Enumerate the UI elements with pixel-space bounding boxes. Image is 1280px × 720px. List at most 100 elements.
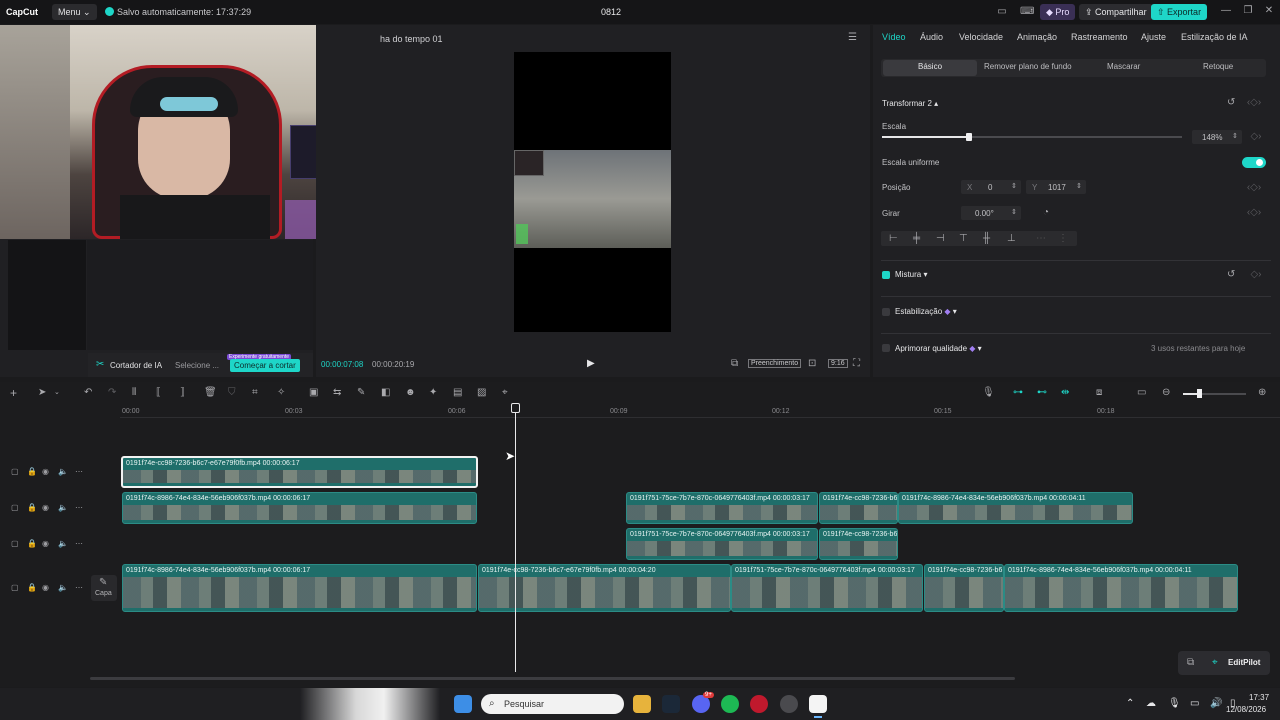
select-tool-icon[interactable]: ➤ (38, 388, 46, 398)
reverse-icon[interactable]: ⇆ (333, 388, 341, 398)
stabilize-checkbox[interactable] (882, 308, 890, 316)
distribute-h-icon[interactable]: ⋯ (1036, 234, 1046, 244)
preview-axis-icon[interactable]: ⧈ (1096, 388, 1102, 398)
link-icon[interactable]: ⊷ (1037, 388, 1047, 398)
timeline-clip[interactable]: 0191f751-75ce-7b7e-870c-0649776403f.mp4 … (626, 492, 818, 524)
tab-ai-style[interactable]: Estilização de IA (1181, 32, 1248, 42)
freeze-icon[interactable]: ▣ (309, 388, 318, 398)
clock-date[interactable]: 12/08/2026 (1226, 705, 1266, 714)
fit-icon[interactable]: ⊡ (808, 359, 816, 369)
clock-time[interactable]: 17:37 (1249, 693, 1269, 702)
timeline-clip[interactable]: 0191f74e-cc98-7236-b6 (819, 492, 898, 524)
keyframe-blend-icon[interactable]: ◇› (1246, 270, 1266, 280)
fullscreen-icon[interactable]: ⛶ (853, 359, 860, 369)
playhead-handle[interactable] (511, 403, 520, 413)
crop-tool-icon[interactable]: ⌗ (252, 388, 258, 398)
timeline-clip[interactable]: 0191f74e-cc98-7236-b6c7-e67e79f0fb.mp4 0… (121, 456, 478, 488)
eye-icon[interactable]: ◉ (42, 539, 49, 548)
pos-x-stepper-icon[interactable]: ⇕ (1011, 182, 1017, 192)
network-icon[interactable]: ▭ (1190, 699, 1199, 709)
uniform-scale-toggle[interactable] (1242, 157, 1266, 168)
tray-chevron-icon[interactable]: ⌃ (1126, 699, 1134, 709)
timeline-clip[interactable]: 0191f74c-8986-74e4-834e-56eb906f037b.mp4… (1004, 564, 1238, 612)
split-icon[interactable]: ⫴ (132, 388, 136, 398)
minimize-icon[interactable]: — (1220, 6, 1232, 16)
lock-icon[interactable]: 🔒 (27, 467, 37, 476)
subtab-mask[interactable]: Mascarar (1107, 62, 1140, 71)
align-center-v-icon[interactable]: ╫ (983, 234, 990, 244)
timeline-clip[interactable]: 0191f74c-8986-74e4-834e-56eb906f037b.mp4… (898, 492, 1133, 524)
player-menu-icon[interactable]: ☰ (848, 33, 857, 43)
eye-icon[interactable]: ◉ (42, 503, 49, 512)
scale-stepper-icon[interactable]: ⇕ (1232, 132, 1238, 142)
cloud-icon[interactable]: ☁ (1146, 699, 1156, 709)
tab-animation[interactable]: Animação (1017, 32, 1057, 42)
scale-slider-handle[interactable] (966, 133, 972, 141)
cover-button[interactable]: ✎ Capa (91, 575, 117, 601)
zoom-out-icon[interactable]: ⊖ (1162, 388, 1170, 398)
tab-audio[interactable]: Áudio (920, 32, 943, 42)
playhead-line[interactable] (515, 410, 516, 672)
delete-icon[interactable]: 🗑 (204, 388, 217, 398)
speaker-icon[interactable]: 🔈 (58, 503, 68, 512)
track-toggle-icon[interactable]: ▢ (11, 583, 19, 592)
ai-tool-icon[interactable]: ✧ (277, 388, 285, 398)
tab-tracking[interactable]: Rastreamento (1071, 32, 1128, 42)
scale-input[interactable]: 148% ⇕ (1192, 130, 1242, 144)
obs-icon[interactable] (780, 695, 798, 713)
enhance-checkbox[interactable] (882, 344, 890, 352)
enhance-label[interactable]: Aprimorar qualidade ◆ ▾ (895, 344, 982, 353)
file-explorer-icon[interactable] (633, 695, 651, 713)
align-bottom-icon[interactable]: ⊥ (1007, 234, 1016, 244)
start-button-icon[interactable] (454, 695, 472, 713)
snap-icon[interactable]: ⇹ (1061, 388, 1069, 398)
zoom-in-icon[interactable]: ⊕ (1258, 388, 1266, 398)
position-y-input[interactable]: Y 1017 ⇕ (1026, 180, 1086, 194)
zoom-slider-handle[interactable] (1197, 389, 1202, 398)
timeline-clip[interactable]: 0191f74c-8986-74e4-834e-56eb906f037b.mp4… (122, 564, 477, 612)
reset-transform-icon[interactable]: ↺ (1227, 98, 1235, 108)
timeline-clip[interactable]: 0191f74e-cc98-7236-b6 (819, 528, 898, 560)
crop-icon[interactable]: ⧉ (731, 359, 738, 369)
select-tool-dropdown-icon[interactable]: ⌄ (54, 388, 60, 398)
subtab-retouch[interactable]: Retoque (1203, 62, 1233, 71)
lock-icon[interactable]: 🔒 (27, 583, 37, 592)
capcut-taskbar-icon[interactable] (809, 695, 827, 713)
align-top-icon[interactable]: ⊤ (959, 234, 968, 244)
more-icon[interactable]: ⋯ (75, 503, 83, 512)
blend-label[interactable]: Mistura ▾ (895, 270, 927, 279)
image-edit-icon[interactable]: ▨ (477, 388, 486, 398)
keyframe-position-icon[interactable]: ‹◇› (1244, 183, 1264, 193)
play-icon[interactable]: ▶ (587, 359, 595, 369)
mic-tray-icon[interactable]: 🎙 (1168, 699, 1181, 709)
distribute-v-icon[interactable]: ⋮ (1058, 234, 1068, 244)
magic-wand-icon[interactable]: ✦ (429, 388, 437, 398)
tab-adjust[interactable]: Ajuste (1141, 32, 1166, 42)
keyframe-transform-icon[interactable]: ‹◇› (1244, 98, 1264, 108)
undo-icon[interactable]: ↶ (84, 388, 92, 398)
timeline-scrollbar[interactable] (90, 677, 1015, 680)
subtab-basic[interactable]: Básico (918, 62, 942, 71)
align-right-icon[interactable]: ⊣ (936, 234, 945, 244)
align-center-h-icon[interactable]: ╪ (913, 234, 920, 244)
pro-badge[interactable]: ◆ Pro (1040, 4, 1076, 20)
subtab-remove-bg[interactable]: Remover plano de fundo (984, 62, 1072, 71)
keyframe-rotate-icon[interactable]: ‹◇› (1244, 208, 1264, 218)
maximize-icon[interactable]: ❐ (1242, 6, 1254, 16)
project-name[interactable]: 0812 (601, 7, 621, 17)
rotate-dial-icon[interactable]: ◔ (1043, 208, 1049, 218)
steam-icon[interactable] (662, 695, 680, 713)
auto-reframe-icon[interactable]: ⌖ (502, 388, 508, 398)
speaker-icon[interactable]: 🔈 (58, 539, 68, 548)
taskbar-search[interactable]: ⌕ Pesquisar (481, 694, 624, 714)
microphone-icon[interactable]: 🎙 (982, 388, 995, 398)
track-toggle-icon[interactable]: ▢ (11, 503, 19, 512)
speaker-icon[interactable]: 🔈 (58, 467, 68, 476)
split-right-icon[interactable]: ⟧ (180, 388, 185, 398)
eye-icon[interactable]: ◉ (42, 583, 49, 592)
keyboard-icon[interactable]: ⌨ (1020, 7, 1034, 17)
split-left-icon[interactable]: ⟦ (156, 388, 161, 398)
stabilize-label[interactable]: Estabilização ◆ ▾ (895, 307, 957, 316)
fill-mode-button[interactable]: Preenchimento (748, 359, 802, 368)
align-left-icon[interactable]: ⊢ (889, 234, 898, 244)
